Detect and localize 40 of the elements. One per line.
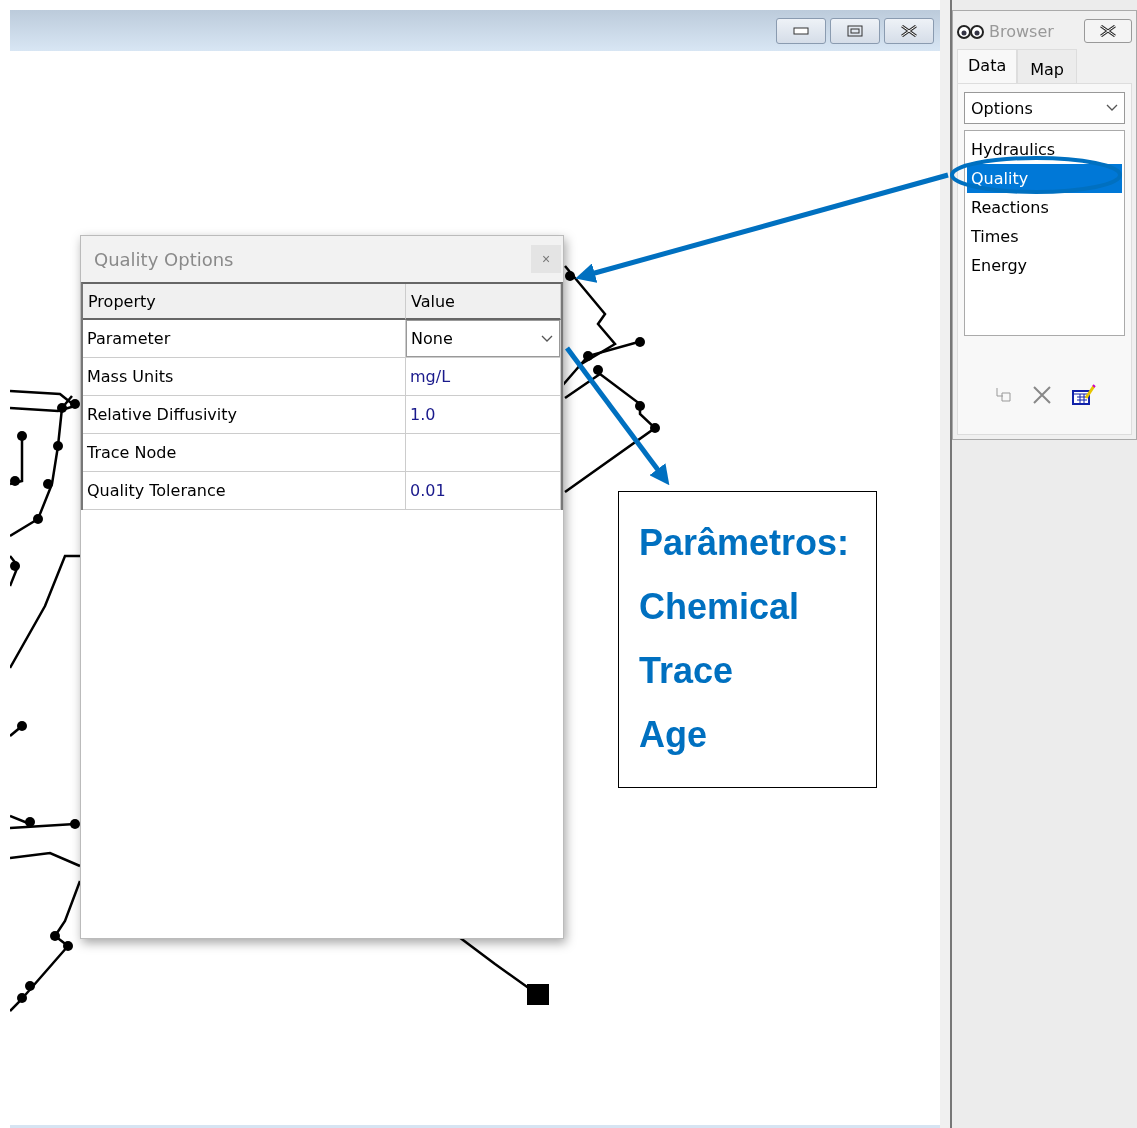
delete-icon[interactable]	[1031, 385, 1052, 405]
binoculars-icon	[957, 23, 985, 39]
annotation-text: Parâmetros:	[639, 521, 851, 565]
close-button[interactable]: ×	[531, 245, 561, 273]
property-cell: Relative Diffusivity	[83, 396, 406, 434]
tab[interactable]: Data	[957, 49, 1018, 83]
list-item[interactable]: Energy	[967, 251, 1122, 280]
annotation-text: Age	[639, 713, 708, 757]
property-cell: Quality Tolerance	[83, 472, 406, 510]
value-cell[interactable]: mg/L	[406, 358, 561, 396]
restore-icon	[847, 24, 863, 37]
property-cell: Parameter	[83, 320, 406, 358]
value-cell[interactable]: 0.01	[406, 472, 561, 510]
category-dropdown[interactable]: Options	[964, 92, 1125, 124]
column-header: Value	[406, 284, 561, 320]
add-icon[interactable]	[993, 387, 1012, 403]
list-item[interactable]: Reactions	[967, 193, 1122, 222]
property-cell: Trace Node	[83, 434, 406, 472]
value-cell[interactable]: 1.0	[406, 396, 561, 434]
value-cell[interactable]	[406, 434, 561, 472]
property-cell: Mass Units	[83, 358, 406, 396]
close-icon	[1099, 25, 1117, 37]
annotation-text: Chemical	[639, 585, 801, 629]
value-dropdown[interactable]: None	[406, 320, 560, 357]
dialog-title: Quality Options	[94, 248, 234, 270]
close-icon	[900, 24, 918, 37]
edit-icon[interactable]	[1071, 384, 1096, 406]
chevron-down-icon	[1106, 104, 1118, 112]
splitter-bar[interactable]	[940, 0, 952, 1128]
close-button[interactable]	[884, 17, 934, 44]
minimize-icon	[793, 26, 809, 35]
column-header: Property	[83, 284, 406, 320]
minimize-button[interactable]	[776, 17, 826, 44]
close-button[interactable]	[1084, 19, 1132, 43]
list-item[interactable]: Hydraulics	[967, 135, 1122, 164]
annotation-text: Trace	[639, 649, 735, 693]
chevron-down-icon	[541, 334, 553, 343]
list-item[interactable]: Times	[967, 222, 1122, 251]
panel-title: Browser	[989, 21, 1055, 41]
tab[interactable]: Map	[1017, 49, 1077, 83]
